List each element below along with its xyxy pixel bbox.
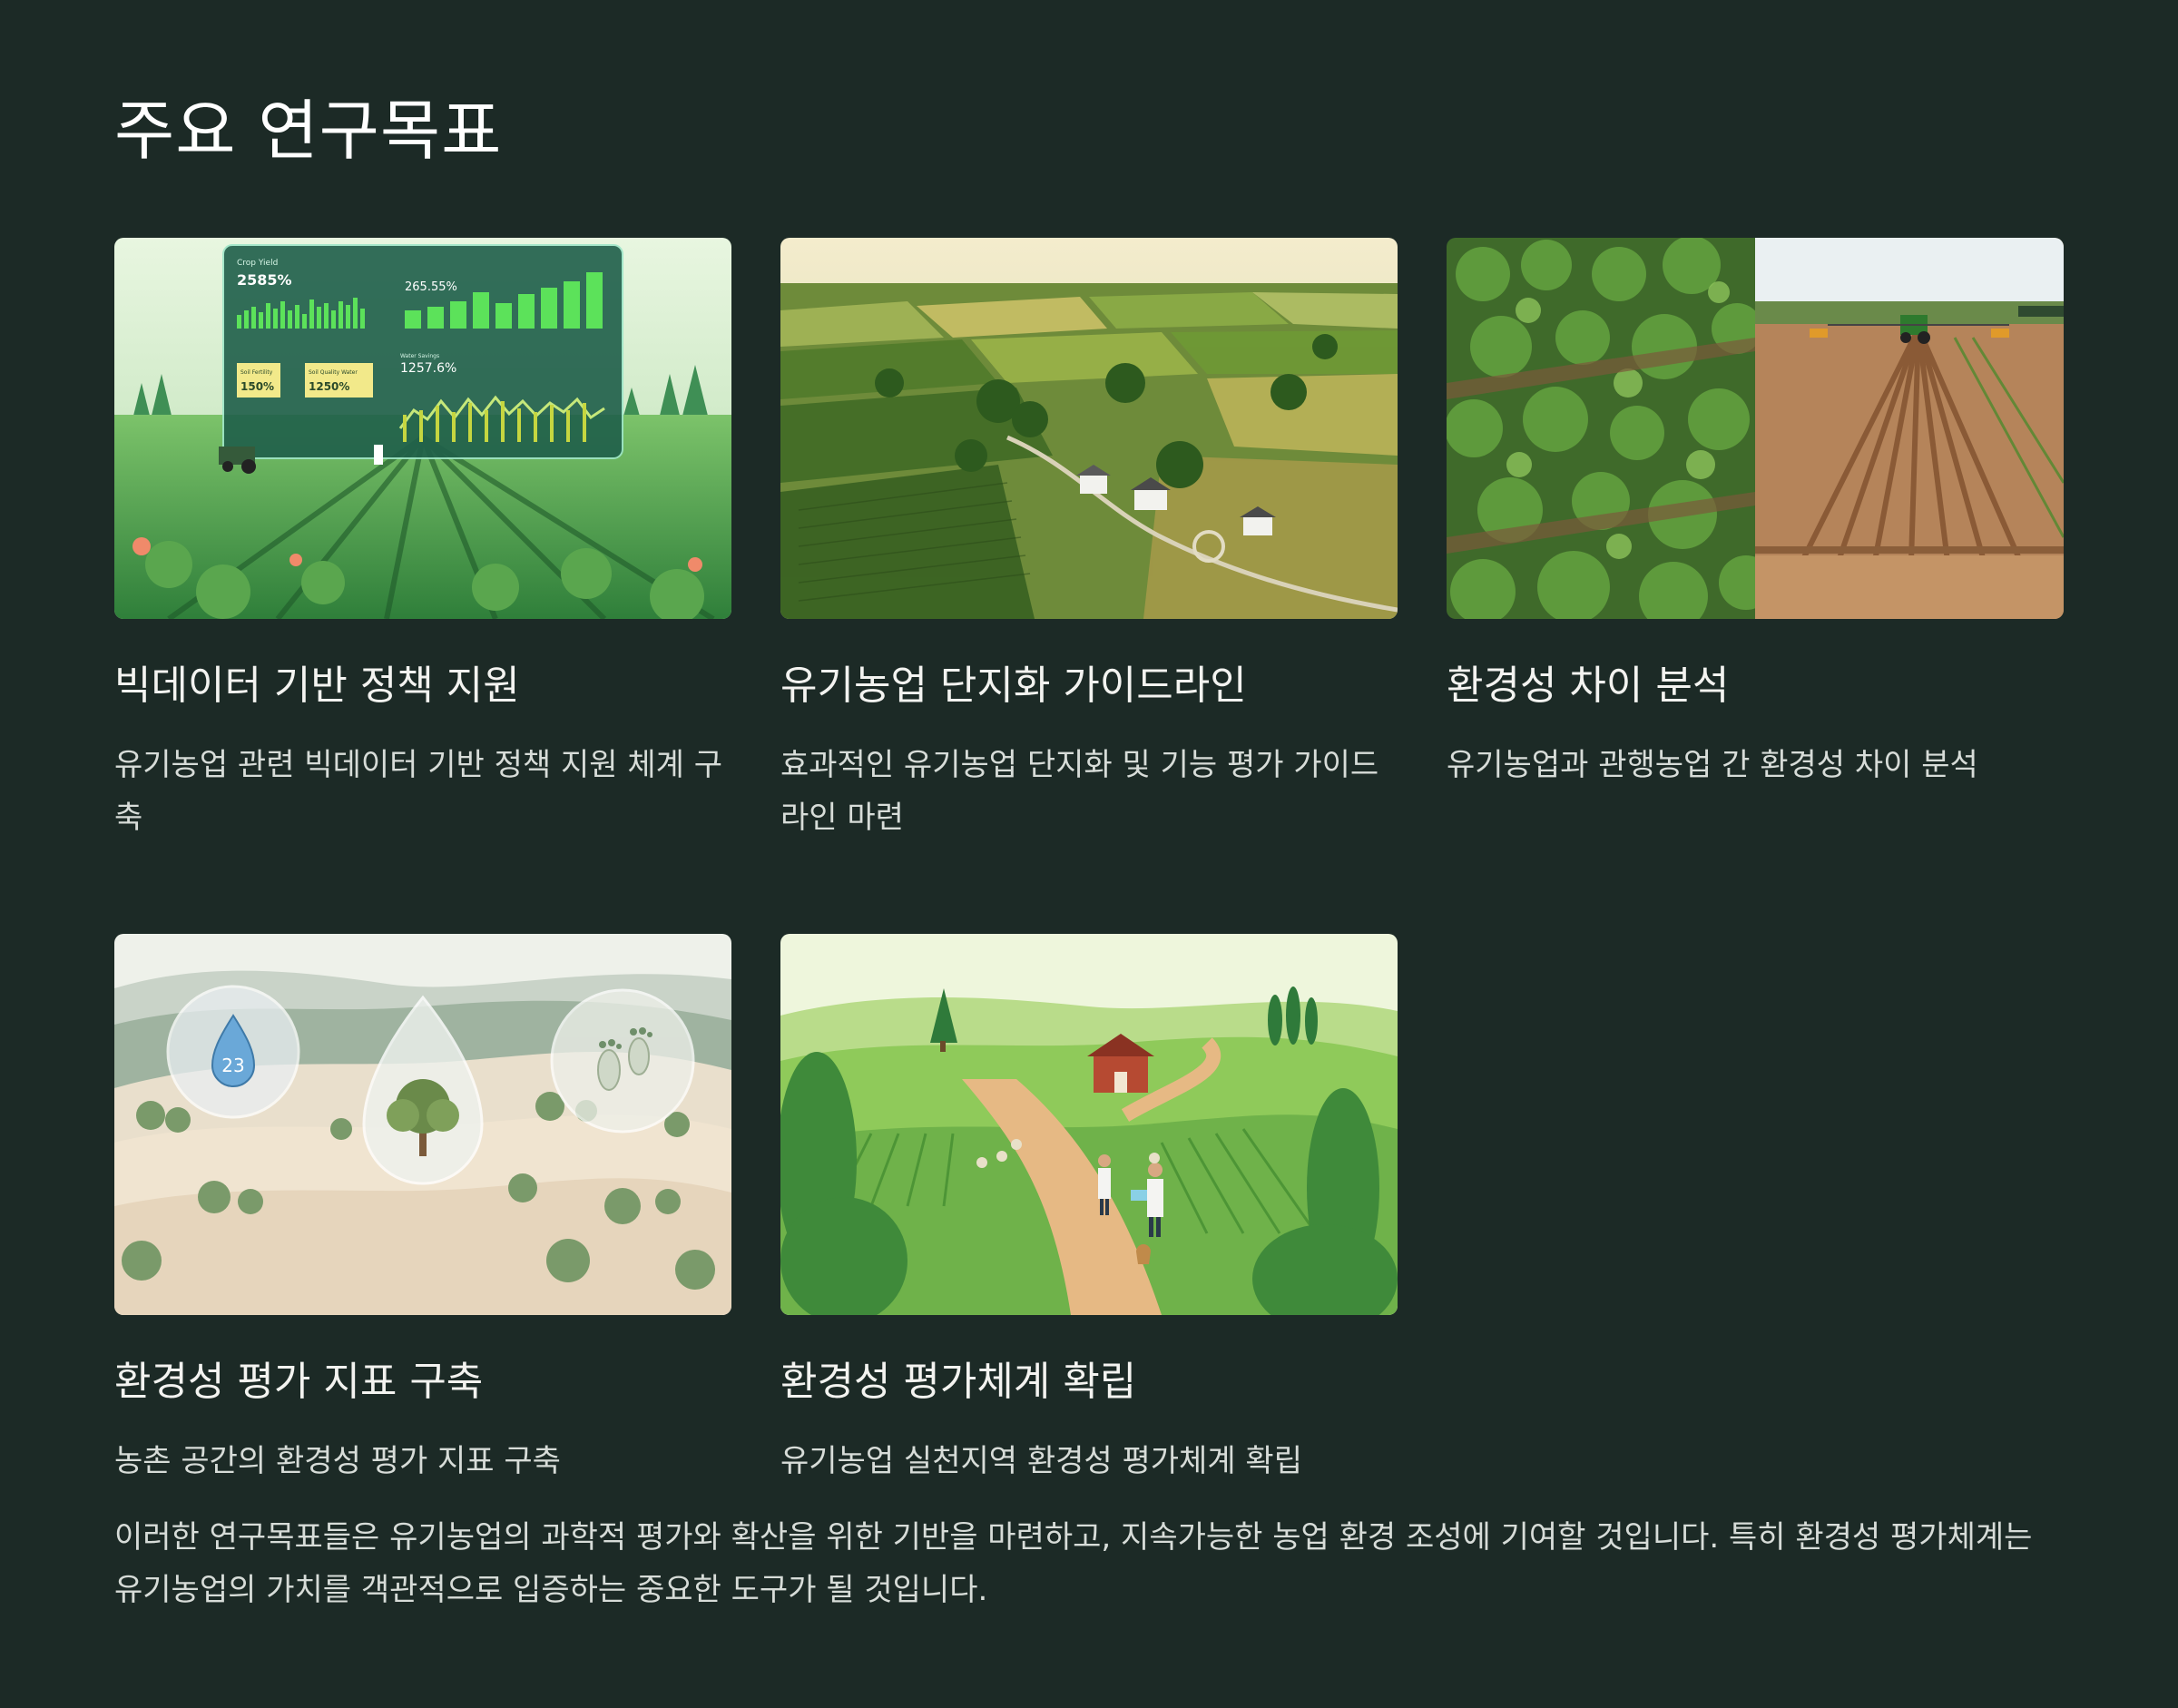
card-image-aerial-farmland — [780, 238, 1398, 619]
card-title: 환경성 평가체계 확립 — [780, 1359, 1137, 1405]
svg-text:2585%: 2585% — [237, 271, 292, 289]
card-image-rolling-hills-icons: 23 — [114, 934, 731, 1315]
svg-text:1257.6%: 1257.6% — [400, 361, 456, 376]
card-image-data-dashboard: Crop Yield 2585% 265.55% Soil Fertility … — [114, 238, 731, 619]
card-title: 환경성 평가 지표 구축 — [114, 1359, 484, 1405]
card-environmental-framework: 환경성 평가체계 확립 유기농업 실천지역 환경성 평가체계 확립 — [780, 934, 1398, 1487]
card-organic-cluster-guideline: 유기농업 단지화 가이드라인 효과적인 유기농업 단지화 및 기능 평가 가이드… — [780, 238, 1398, 844]
card-bigdata-policy: Crop Yield 2585% 265.55% Soil Fertility … — [114, 238, 731, 844]
card-title: 유기농업 단지화 가이드라인 — [780, 663, 1247, 709]
card-description: 농촌 공간의 환경성 평가 지표 구축 — [114, 1443, 561, 1479]
svg-text:Soil Quality Water: Soil Quality Water — [309, 369, 358, 376]
svg-text:23: 23 — [221, 1055, 244, 1076]
card-description: 유기농업과 관행농업 간 환경성 차이 분석 — [1447, 747, 1978, 783]
svg-text:Soil Fertility: Soil Fertility — [240, 369, 273, 376]
card-title: 빅데이터 기반 정책 지원 — [114, 663, 520, 709]
page-title: 주요 연구목표 — [114, 93, 503, 169]
summary-paragraph: 이러한 연구목표들은 유기농업의 과학적 평가와 확산을 위한 기반을 마련하고… — [114, 1519, 2033, 1608]
card-description: 유기농업 실천지역 환경성 평가체계 확립 — [780, 1443, 1302, 1479]
svg-text:1250%: 1250% — [309, 380, 349, 393]
card-description: 유기농업 관련 빅데이터 기반 정책 지원 체계 구축 — [114, 747, 722, 836]
card-title: 환경성 차이 분석 — [1447, 663, 1730, 709]
card-environmental-indicators: 23 환경성 평가 지표 구축 농촌 공간의 환경성 평가 지표 구축 — [114, 934, 731, 1487]
svg-text:150%: 150% — [240, 380, 274, 393]
svg-text:Water Savings: Water Savings — [400, 353, 439, 359]
card-environmental-difference: 환경성 차이 분석 유기농업과 관행농업 간 환경성 차이 분석 — [1447, 238, 2064, 791]
svg-text:265.55%: 265.55% — [405, 280, 457, 294]
card-description: 효과적인 유기농업 단지화 및 기능 평가 가이드라인 마련 — [780, 747, 1379, 836]
svg-text:Crop Yield: Crop Yield — [237, 259, 278, 268]
card-image-farm-researchers — [780, 934, 1398, 1315]
card-image-organic-vs-conventional — [1447, 238, 2064, 619]
